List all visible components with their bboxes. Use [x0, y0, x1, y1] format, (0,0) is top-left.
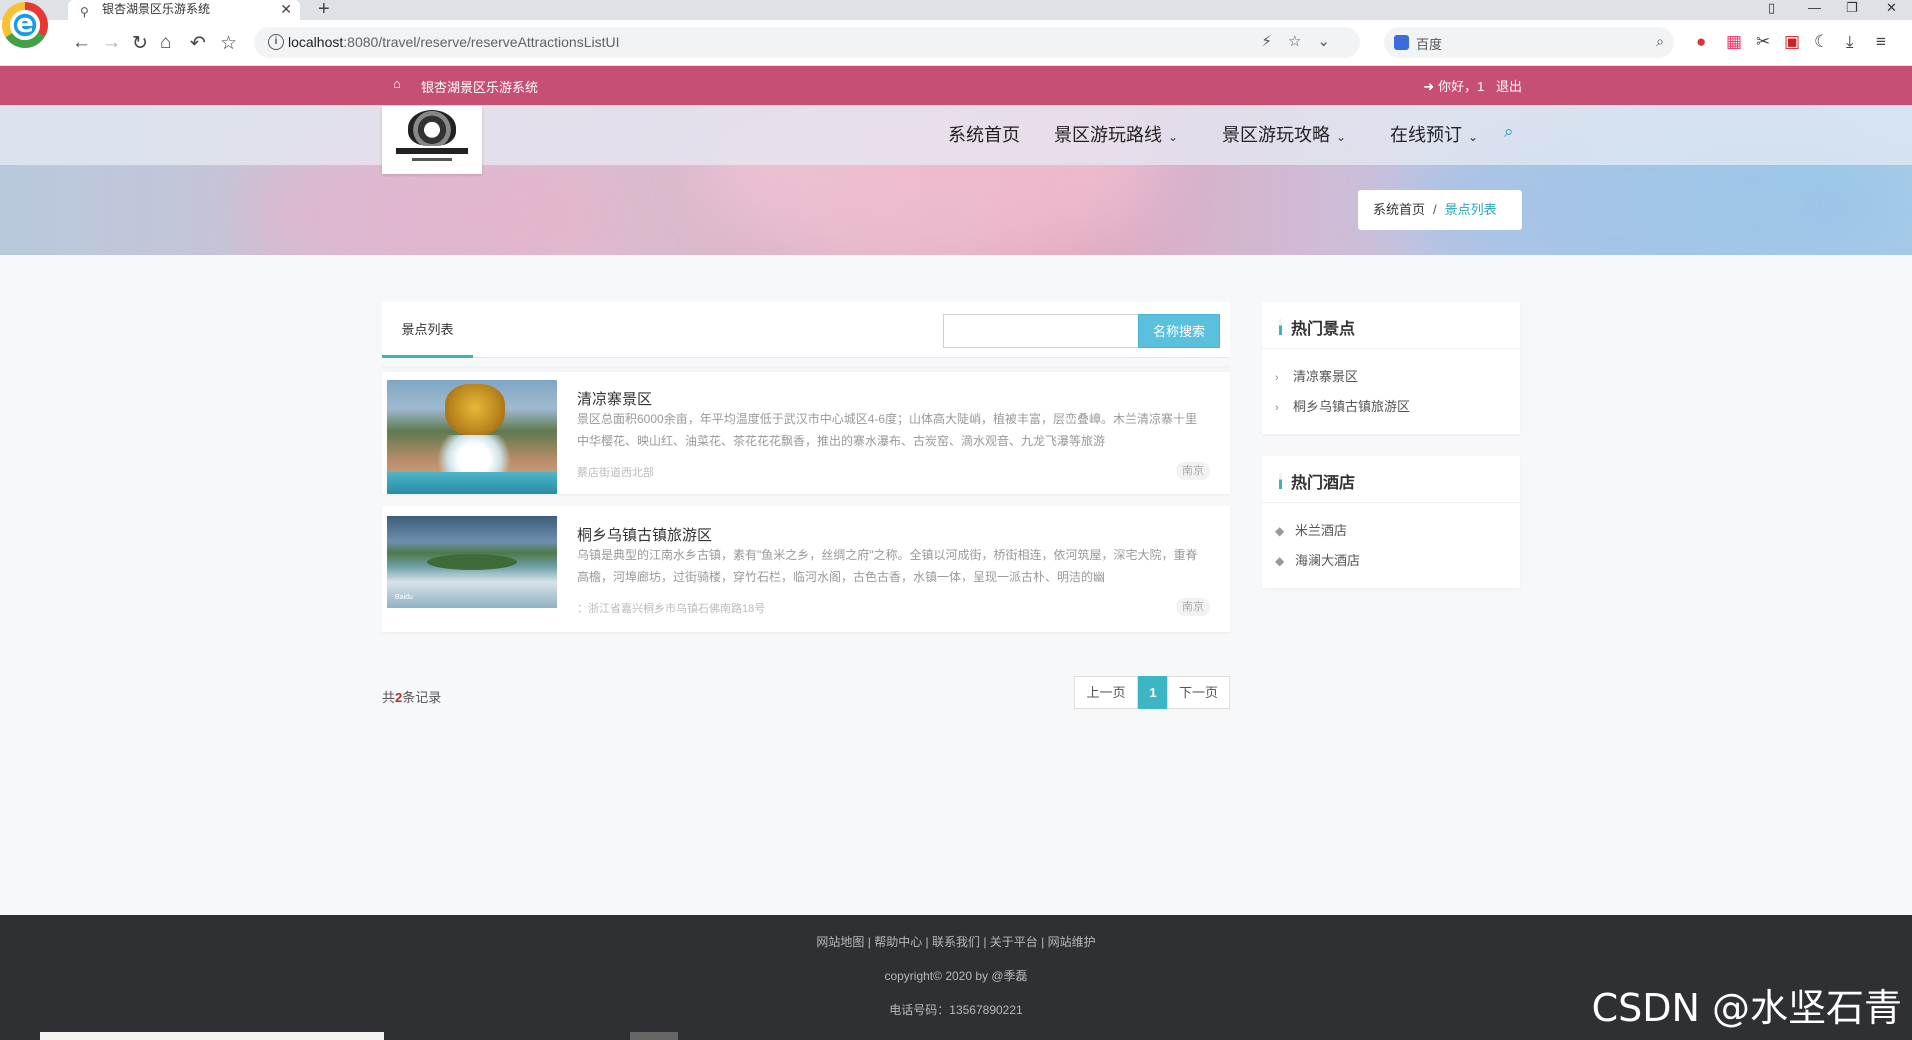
chevron-down-icon[interactable]: ⌄	[1317, 33, 1346, 50]
next-page-button[interactable]: 下一页	[1167, 676, 1230, 709]
csdn-watermark: CSDN @水坚石青	[1591, 986, 1902, 1030]
attraction-image[interactable]: Baidu	[387, 516, 557, 608]
lightning-icon[interactable]: ⚡	[1261, 33, 1288, 50]
browser-logo-icon: e	[2, 2, 48, 48]
attraction-name[interactable]: 清凉寨景区	[577, 388, 652, 409]
address-bar[interactable]: i localhost:8080/travel/reserve/reserveA…	[254, 27, 1360, 58]
site-name[interactable]: 银杏湖景区乐游系统	[421, 77, 538, 96]
user-area: ➜ 你好，1 退出	[1423, 76, 1522, 95]
breadcrumb-current: 景点列表	[1444, 202, 1497, 217]
nav-routes[interactable]: 景区游玩路线 ⌄	[1054, 121, 1178, 147]
page-number-button[interactable]: 1	[1138, 676, 1168, 709]
list-item[interactable]: Baidu 桐乡乌镇古镇旅游区 乌镇是典型的江南水乡古镇，素有"鱼米之乡，丝绸之…	[382, 506, 1230, 632]
sign-in-icon: ➜	[1423, 79, 1435, 94]
list-item[interactable]: 清凉寨景区 景区总面积6000余亩，年平均温度低于武汉市中心城区4-6度；山体高…	[382, 372, 1230, 494]
tab-title: 银杏湖景区乐游系统	[102, 2, 211, 16]
hot-hotels-panel: 热门酒店 ◆ 米兰酒店 ◆ 海澜大酒店	[1262, 456, 1520, 588]
nav-home[interactable]: 系统首页	[948, 121, 1020, 147]
chevron-down-icon: ⌄	[1468, 130, 1479, 144]
breadcrumb: 系统首页 / 景点列表	[1358, 190, 1522, 230]
hot-spot-item[interactable]: › 清凉寨景区	[1275, 366, 1358, 385]
undo-icon[interactable]: ↶	[190, 32, 206, 55]
home-icon[interactable]: ⌂	[393, 76, 401, 91]
name-search-input[interactable]	[943, 314, 1139, 348]
hot-spots-panel: 热门景点 › 清凉寨景区 › 桐乡乌镇古镇旅游区	[1262, 302, 1520, 434]
tag-icon: ◆	[1275, 554, 1285, 568]
extension-apps-icon[interactable]: ▦	[1726, 32, 1742, 52]
search-engine-label: 百度	[1416, 37, 1443, 52]
site-topbar: ⌂ 银杏湖景区乐游系统 ➜ 你好，1 退出	[0, 66, 1912, 105]
list-header: 景点列表 名称搜索	[382, 302, 1230, 358]
home-icon[interactable]: ⌂	[160, 32, 171, 54]
download-icon[interactable]: ⤓	[1846, 32, 1854, 52]
extension-weibo-icon[interactable]: ●	[1696, 32, 1706, 52]
baidu-icon	[1394, 35, 1409, 50]
menu-icon[interactable]: ≡	[1876, 32, 1886, 52]
hot-hotels-title: 热门酒店	[1279, 469, 1355, 493]
header-banner: 系统首页 景区游玩路线 ⌄ 景区游玩攻略 ⌄ 在线预订 ⌄ ⌕ 系统首页 / 景点列表	[0, 105, 1912, 255]
logout-link[interactable]: 退出	[1496, 79, 1522, 94]
chevron-right-icon: ›	[1275, 402, 1279, 414]
attraction-name[interactable]: 桐乡乌镇古镇旅游区	[577, 524, 712, 545]
chevron-right-icon: ›	[1275, 372, 1279, 384]
scissors-icon[interactable]: ✂	[1756, 32, 1770, 52]
forward-icon[interactable]: →	[102, 32, 121, 54]
browser-toolbar: ← → ↻ ⌂ ↶ ☆ i localhost:8080/travel/rese…	[0, 20, 1912, 66]
hot-hotel-item[interactable]: ◆ 米兰酒店	[1275, 520, 1347, 539]
window-minimize-icon[interactable]: —	[1808, 0, 1821, 15]
city-badge: 南京	[1176, 462, 1210, 480]
site-info-icon[interactable]: i	[268, 34, 284, 50]
page: ⌂ 银杏湖景区乐游系统 ➜ 你好，1 退出 系统首页 景区游玩路线 ⌄ 景区游玩攻略…	[0, 66, 1912, 1040]
site-footer: 网站地图 | 帮助中心 | 联系我们 | 关于平台 | 网站维护 copyrig…	[0, 915, 1912, 1040]
breadcrumb-separator: /	[1433, 202, 1437, 217]
hot-spots-title: 热门景点	[1279, 315, 1355, 339]
night-mode-icon[interactable]: ☾	[1814, 32, 1829, 52]
chevron-down-icon: ⌄	[1336, 130, 1347, 144]
tab-attraction-list[interactable]: 景点列表	[382, 302, 473, 358]
window-close-icon[interactable]: ✕	[1886, 0, 1897, 16]
bookmark-star-icon[interactable]: ☆	[220, 32, 237, 55]
prev-page-button[interactable]: 上一页	[1074, 676, 1138, 709]
search-icon[interactable]: ⌕	[1504, 122, 1514, 142]
address-actions[interactable]: ⚡☆⌄	[1261, 32, 1346, 50]
footer-links[interactable]: 网站地图 | 帮助中心 | 联系我们 | 关于平台 | 网站维护	[0, 933, 1912, 950]
search-icon[interactable]: ⌕	[1656, 33, 1664, 50]
breadcrumb-home[interactable]: 系统首页	[1373, 202, 1425, 217]
reload-icon[interactable]: ↻	[132, 32, 148, 55]
tag-icon: ◆	[1275, 524, 1285, 538]
attraction-address: ：浙江省嘉兴桐乡市乌镇石佛南路18号	[577, 603, 766, 615]
pagination: 上一页 1 下一页	[1074, 676, 1230, 709]
nav-booking[interactable]: 在线预订 ⌄	[1390, 121, 1478, 147]
browser-tab[interactable]: ⚲ 银杏湖景区乐游系统 ✕	[68, 0, 300, 20]
back-icon[interactable]: ←	[72, 32, 91, 54]
attraction-description: 景区总面积6000余亩，年平均温度低于武汉市中心城区4-6度；山体高大陡峭，植被…	[577, 412, 1198, 448]
star-icon[interactable]: ☆	[1288, 33, 1317, 50]
browser-search-box[interactable]: 百度 ⌕	[1384, 27, 1674, 58]
user-greeting: 你好，1	[1438, 79, 1485, 94]
hot-spot-item[interactable]: › 桐乡乌镇古镇旅游区	[1275, 396, 1410, 415]
city-badge: 南京	[1176, 598, 1210, 616]
attraction-description: 乌镇是典型的江南水乡古镇，素有"鱼米之乡，丝绸之府"之称。全镇以河成街，桥街相连…	[577, 548, 1198, 584]
attraction-image[interactable]	[387, 380, 557, 494]
attraction-address: 蔡店街道西北部	[577, 467, 654, 479]
chevron-down-icon: ⌄	[1168, 130, 1179, 144]
name-search-button[interactable]: 名称搜索	[1138, 314, 1220, 348]
address-url[interactable]: localhost:8080/travel/reserve/reserveAtt…	[288, 34, 620, 50]
pdf-icon[interactable]: ▣	[1784, 32, 1800, 52]
record-count: 共2条记录	[382, 690, 442, 705]
new-tab-icon[interactable]: +	[318, 0, 330, 21]
site-logo[interactable]	[382, 106, 482, 174]
tab-close-icon[interactable]: ✕	[280, 0, 292, 19]
window-restore-icon[interactable]: ❐	[1846, 0, 1858, 16]
window-pin-icon[interactable]: ▯	[1768, 0, 1775, 16]
hot-hotel-item[interactable]: ◆ 海澜大酒店	[1275, 550, 1360, 569]
nav-guides[interactable]: 景区游玩攻略 ⌄	[1222, 121, 1346, 147]
